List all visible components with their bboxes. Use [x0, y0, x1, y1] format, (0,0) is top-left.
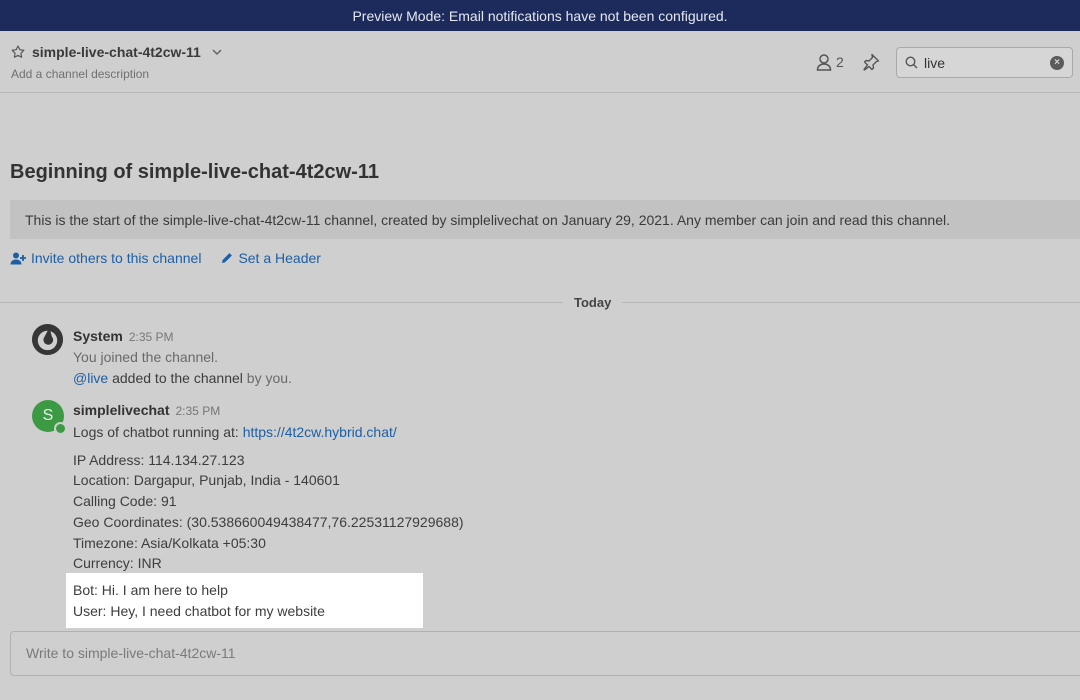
post-line: Logs of chatbot running at: https://4t2c… — [73, 424, 397, 440]
channel-name[interactable]: simple-live-chat-4t2cw-11 — [32, 44, 201, 60]
detail-line: Calling Code: 91 — [73, 493, 177, 509]
channel-intro-message: This is the start of the simple-live-cha… — [10, 200, 1080, 239]
channel-intro-text: This is the start of the simple-live-cha… — [25, 211, 951, 228]
date-divider-label: Today — [563, 295, 623, 310]
detail-line: Timezone: Asia/Kolkata +05:30 — [73, 535, 266, 551]
channel-intro-title: Beginning of simple-live-chat-4t2cw-11 — [10, 161, 379, 183]
set-header-link[interactable]: Set a Header — [221, 250, 321, 266]
detail-line: Geo Coordinates: (30.538660049438477,76.… — [73, 514, 464, 530]
chevron-down-icon[interactable] — [211, 46, 223, 58]
transcript-line: Bot: Hi. I am here to help — [73, 582, 228, 598]
online-status-icon — [54, 422, 67, 435]
post-author[interactable]: System 2:35 PM — [73, 328, 174, 344]
transcript-line: User: Hey, I need chatbot for my website — [73, 603, 325, 619]
banner-text: Preview Mode: Email notifications have n… — [352, 7, 728, 24]
star-icon[interactable] — [10, 44, 26, 60]
channel-intro-actions: Invite others to this channel Set a Head… — [10, 250, 321, 266]
member-count: 2 — [836, 54, 844, 70]
transcript-highlight: Bot: Hi. I am here to help User: Hey, I … — [66, 573, 423, 628]
channel-title-row[interactable]: simple-live-chat-4t2cw-11 — [10, 44, 223, 60]
member-icon — [816, 54, 832, 71]
clear-search-icon[interactable]: × — [1050, 55, 1064, 70]
post-author-name[interactable]: simplelivechat — [73, 402, 170, 418]
chatbot-url-link[interactable]: https://4t2cw.hybrid.chat/ — [243, 424, 397, 440]
invite-others-label: Invite others to this channel — [31, 250, 202, 266]
message-input[interactable] — [11, 632, 1080, 675]
logs-prefix: Logs of chatbot running at: — [73, 424, 243, 440]
search-icon — [905, 56, 918, 69]
post-line: You joined the channel. — [73, 349, 219, 365]
detail-line: Location: Dargapur, Punjab, India - 1406… — [73, 472, 340, 488]
post-author[interactable]: simplelivechat 2:35 PM — [73, 402, 220, 418]
preview-mode-banner: Preview Mode: Email notifications have n… — [0, 0, 1080, 31]
search-input[interactable] — [924, 54, 1050, 71]
pencil-icon — [222, 253, 233, 263]
mattermost-logo-icon — [31, 323, 64, 356]
post-time[interactable]: 2:35 PM — [129, 330, 174, 344]
search-box[interactable]: × — [896, 47, 1073, 78]
member-count-button[interactable]: 2 — [816, 53, 844, 71]
post-line-fragment: added to the channel — [108, 370, 243, 386]
detail-line: Currency: INR — [73, 555, 162, 571]
pin-icon[interactable] — [862, 53, 880, 71]
channel-description[interactable]: Add a channel description — [11, 67, 149, 81]
channel-header: simple-live-chat-4t2cw-11 Add a channel … — [0, 31, 1080, 93]
detail-line: IP Address: 114.134.27.123 — [73, 452, 245, 468]
post-line: @live added to the channel by you. — [73, 370, 292, 386]
message-composer[interactable] — [10, 631, 1080, 676]
post-line-fragment: by you. — [242, 370, 292, 386]
invite-others-link[interactable]: Invite others to this channel — [10, 250, 201, 266]
avatar[interactable]: S — [32, 400, 67, 435]
set-header-label: Set a Header — [238, 250, 321, 266]
add-user-icon — [10, 252, 26, 264]
post-author-name[interactable]: System — [73, 328, 123, 344]
avatar-letter: S — [42, 407, 54, 424]
post-time[interactable]: 2:35 PM — [176, 404, 221, 418]
date-divider-line — [0, 302, 1080, 303]
user-mention-link[interactable]: @live — [73, 370, 108, 386]
